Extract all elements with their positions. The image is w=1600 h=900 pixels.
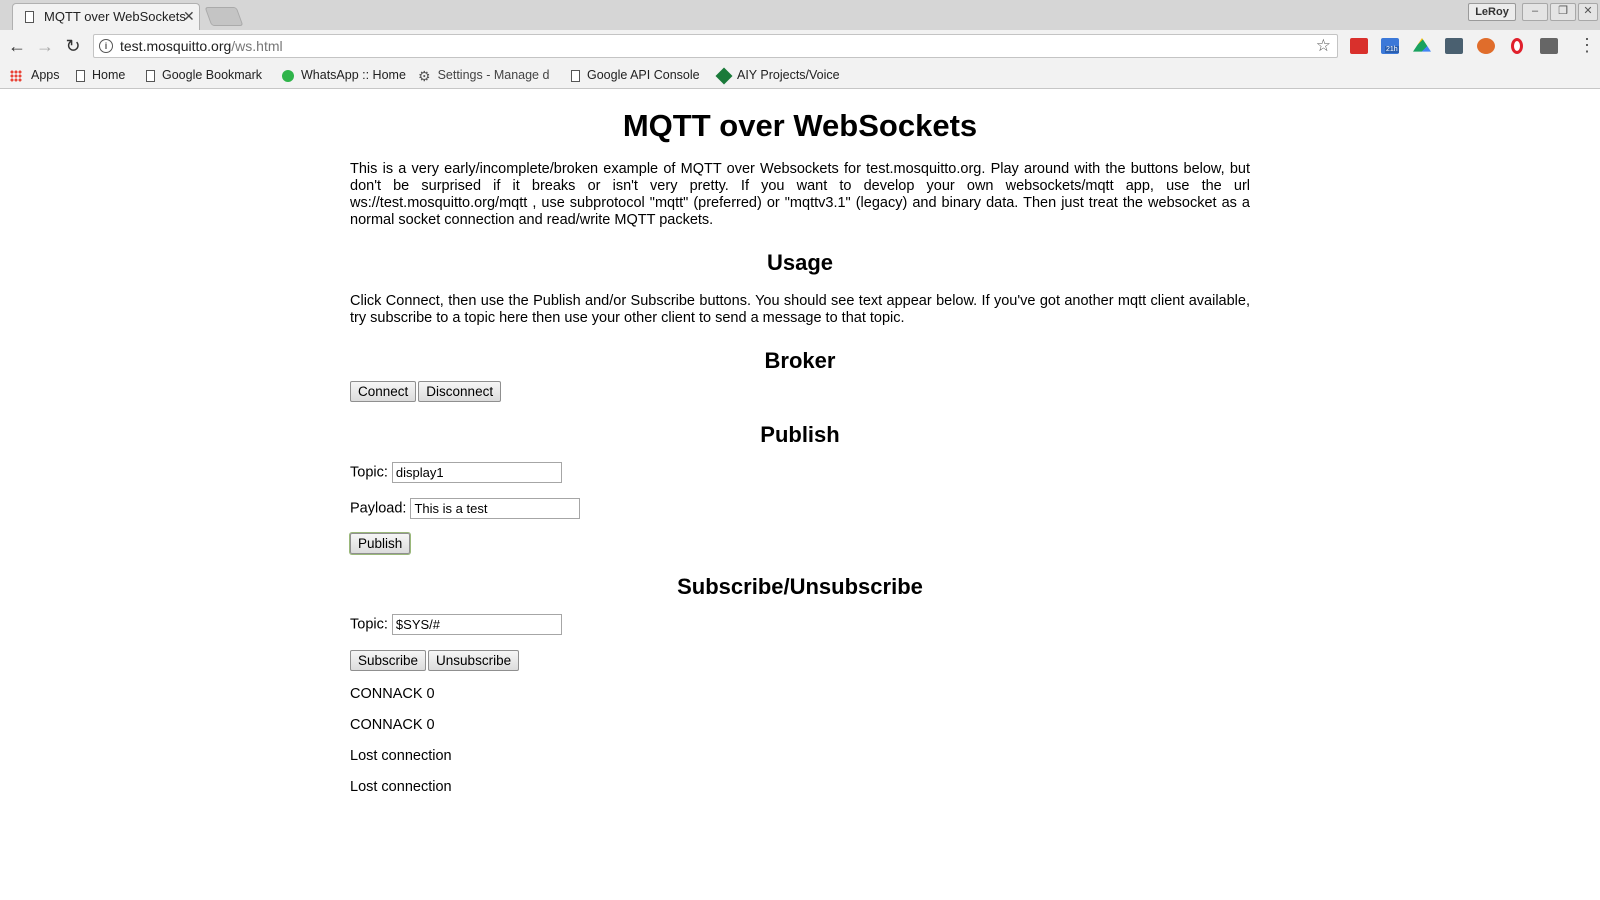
payload-label: Payload: xyxy=(350,500,407,517)
whatsapp-icon xyxy=(282,69,294,82)
tab-strip: MQTT over WebSockets ✕ LeRoy – ❐ ✕ xyxy=(0,0,1600,30)
log-line: CONNACK 0 xyxy=(350,686,435,702)
extension-opera-icon[interactable] xyxy=(1511,38,1523,54)
bookmark-label: Settings - Manage d xyxy=(437,68,550,82)
url-path: /ws.html xyxy=(231,38,283,54)
disconnect-button[interactable]: Disconnect xyxy=(418,381,502,402)
bookmark-label: Google Bookmark xyxy=(162,68,263,82)
bookmark-google-api-console[interactable]: Google API Console xyxy=(571,66,700,84)
bookmark-apps[interactable]: Apps xyxy=(10,66,60,84)
forward-icon[interactable]: → xyxy=(32,34,58,58)
page-content: MQTT over WebSockets This is a very earl… xyxy=(350,88,1250,796)
log-line: Lost connection xyxy=(350,748,452,764)
subscribe-topic-row: Topic: xyxy=(350,614,1250,635)
extension-screen-icon[interactable] xyxy=(1445,38,1463,54)
bookmark-settings[interactable]: ⚙ Settings - Manage d xyxy=(418,66,549,84)
payload-input[interactable] xyxy=(410,498,581,519)
tab-title: MQTT over WebSockets xyxy=(44,9,186,24)
bookmark-label: Home xyxy=(92,68,126,82)
extension-drive-icon[interactable] xyxy=(1413,38,1431,52)
tab-active[interactable]: MQTT over WebSockets ✕ xyxy=(12,3,200,30)
bookmark-google-bookmark[interactable]: Google Bookmark xyxy=(146,66,262,84)
page-icon xyxy=(571,69,580,82)
aiy-icon xyxy=(715,67,733,85)
message-log: CONNACK 0 CONNACK 0 Lost connection Lost… xyxy=(350,686,1250,796)
subscribe-topic-input[interactable] xyxy=(391,614,562,635)
browser-toolbar: ← → ↻ i test.mosquitto.org/ws.html ☆ 21h… xyxy=(0,30,1600,62)
usage-heading: Usage xyxy=(766,250,834,275)
back-icon[interactable]: ← xyxy=(4,34,30,58)
new-tab-button[interactable] xyxy=(204,7,244,26)
connect-button[interactable]: Connect xyxy=(350,381,417,402)
info-icon[interactable]: i xyxy=(99,39,113,53)
broker-buttons: Connect Disconnect xyxy=(350,381,1250,402)
log-line: CONNACK 0 xyxy=(350,717,435,733)
subscribe-button[interactable]: Subscribe xyxy=(350,650,427,671)
maximize-icon[interactable]: ❐ xyxy=(1550,3,1576,21)
publish-button[interactable]: Publish xyxy=(350,533,411,554)
publish-topic-label: Topic: xyxy=(350,464,388,481)
bookmark-aiy[interactable]: AIY Projects/Voice xyxy=(715,66,840,85)
page-title: MQTT over WebSockets xyxy=(622,108,978,143)
payload-row: Payload: xyxy=(350,498,1250,519)
extension-translate-icon[interactable] xyxy=(1540,38,1558,54)
url-text: test.mosquitto.org/ws.html xyxy=(120,38,283,54)
page-icon xyxy=(76,69,85,82)
url-host: test.mosquitto.org xyxy=(120,38,232,54)
apps-grid-icon xyxy=(10,69,22,82)
minimize-icon[interactable]: – xyxy=(1522,3,1548,21)
reload-icon[interactable]: ↻ xyxy=(60,34,86,58)
close-window-icon[interactable]: ✕ xyxy=(1578,3,1598,21)
page-icon xyxy=(146,69,155,82)
usage-paragraph: Click Connect, then use the Publish and/… xyxy=(350,293,1250,326)
unsubscribe-button[interactable]: Unsubscribe xyxy=(428,650,520,671)
publish-topic-input[interactable] xyxy=(391,462,562,483)
subscribe-buttons: Subscribe Unsubscribe xyxy=(350,650,1250,671)
bookmark-label: AIY Projects/Voice xyxy=(737,68,840,82)
tab-close-icon[interactable]: ✕ xyxy=(183,8,195,25)
bookmarks-bar: Apps Home Google Bookmark WhatsApp :: Ho… xyxy=(0,62,1600,89)
extension-calendar-icon[interactable]: 21h xyxy=(1381,38,1399,54)
log-line: Lost connection xyxy=(350,779,452,795)
bookmark-label: Apps xyxy=(31,68,60,82)
extension-lastpass-icon[interactable] xyxy=(1350,38,1368,54)
publish-button-row: Publish xyxy=(350,533,1250,554)
bookmark-label: Google API Console xyxy=(587,68,700,82)
extension-badge: 21h xyxy=(1385,46,1399,53)
subscribe-heading: Subscribe/Unsubscribe xyxy=(677,574,923,599)
address-bar[interactable]: i test.mosquitto.org/ws.html ☆ xyxy=(93,34,1338,58)
intro-paragraph: This is a very early/incomplete/broken e… xyxy=(350,161,1250,228)
publish-heading: Publish xyxy=(760,422,840,447)
page-icon xyxy=(25,11,34,23)
profile-button[interactable]: LeRoy xyxy=(1468,3,1516,21)
subscribe-topic-label: Topic: xyxy=(350,616,388,633)
bookmark-whatsapp[interactable]: WhatsApp :: Home xyxy=(282,66,406,84)
bookmark-star-icon[interactable]: ☆ xyxy=(1316,36,1331,56)
extension-fox-icon[interactable] xyxy=(1477,38,1495,54)
publish-topic-row: Topic: xyxy=(350,462,1250,483)
gear-icon: ⚙ xyxy=(418,67,431,84)
menu-icon[interactable]: ⋮ xyxy=(1578,35,1596,56)
bookmark-home[interactable]: Home xyxy=(76,66,125,84)
broker-heading: Broker xyxy=(764,348,836,373)
bookmark-label: WhatsApp :: Home xyxy=(301,68,406,82)
